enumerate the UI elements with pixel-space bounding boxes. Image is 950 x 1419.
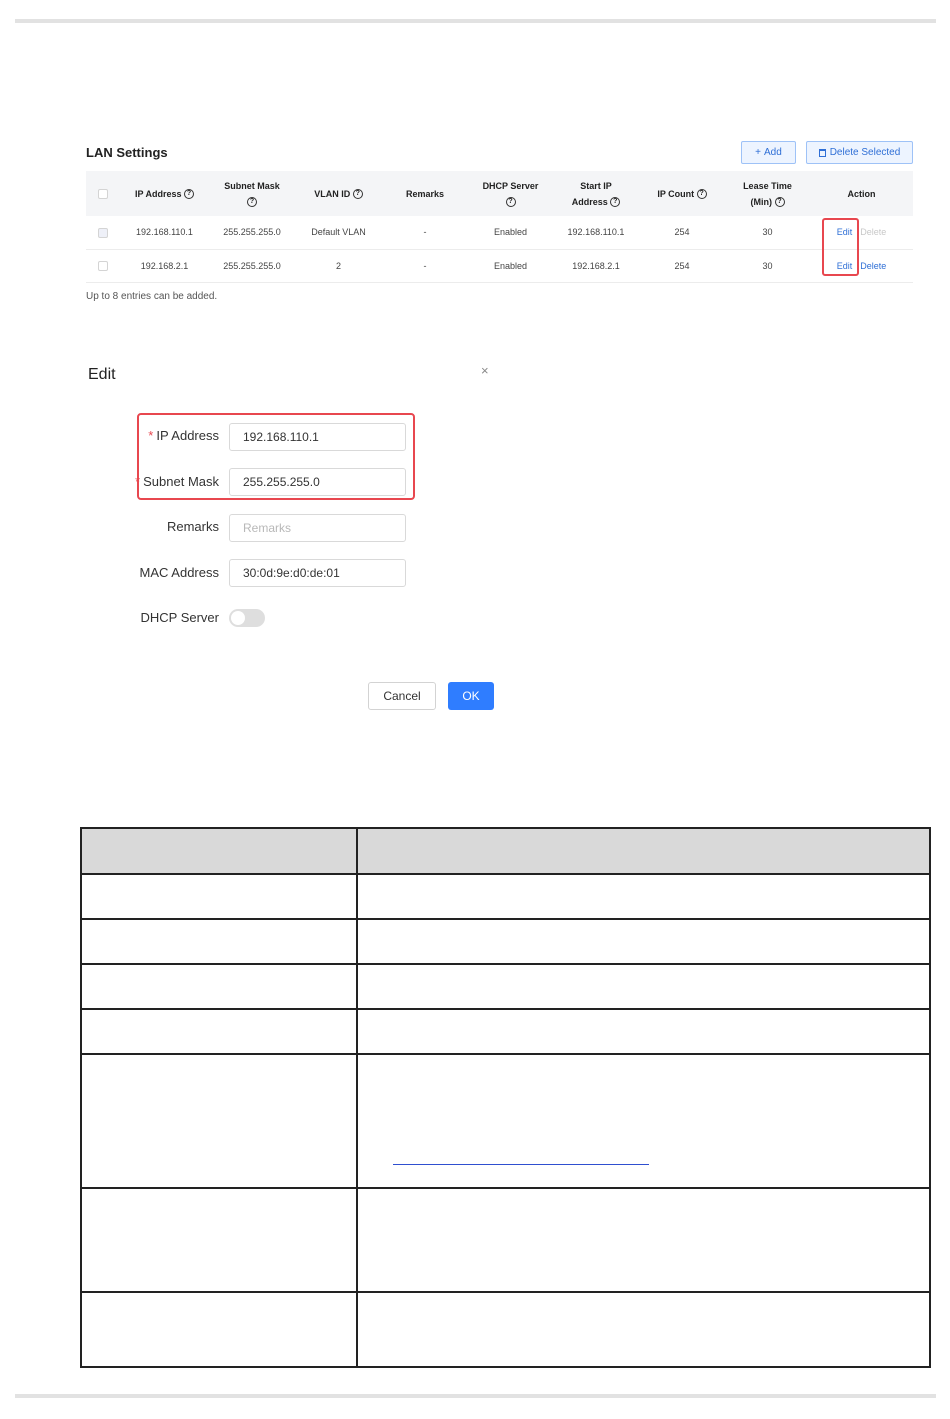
col-ip-count: IP Count ? xyxy=(639,171,725,216)
mac-address-label: MAC Address xyxy=(139,565,219,580)
dialog-title: Edit xyxy=(88,366,116,383)
col-start-ip: Start IP Address ? xyxy=(553,171,639,216)
cell-start-ip: 192.168.2.1 xyxy=(553,249,639,283)
cell-vlan: 2 xyxy=(295,249,382,283)
top-rule xyxy=(15,19,936,23)
row-checkbox[interactable] xyxy=(98,260,108,271)
cell-ip: 192.168.110.1 xyxy=(120,216,209,250)
help-icon[interactable]: ? xyxy=(610,197,621,208)
help-icon[interactable]: ? xyxy=(505,197,516,208)
delete-selected-label: Delete Selected xyxy=(829,147,901,158)
cell-mask: 255.255.255.0 xyxy=(209,249,295,283)
table-row: 192.168.2.1 255.255.255.0 2 - Enabled 19… xyxy=(86,249,913,283)
dhcp-server-label: DHCP Server xyxy=(140,610,219,625)
parameter-table-header xyxy=(79,827,931,875)
delete-selected-button[interactable]: Delete Selected xyxy=(806,141,913,164)
cell-ip-count: 254 xyxy=(639,216,725,250)
help-icon[interactable]: ? xyxy=(352,189,363,200)
table-row xyxy=(79,873,931,920)
table-row xyxy=(79,1291,931,1368)
trash-icon xyxy=(818,148,826,157)
dhcp-server-toggle[interactable] xyxy=(229,609,265,627)
bottom-rule xyxy=(15,1394,936,1398)
help-icon[interactable]: ? xyxy=(774,197,785,208)
remarks-input[interactable]: Remarks xyxy=(229,514,406,542)
table-header-row: IP Address ? Subnet Mask? VLAN ID ? Rema… xyxy=(86,171,913,216)
delete-link: Delete xyxy=(860,227,887,238)
delete-link[interactable]: Delete xyxy=(860,261,886,271)
mac-address-input[interactable]: 30:0d:9e:d0:de:01 xyxy=(229,559,406,587)
cancel-button[interactable]: Cancel xyxy=(368,682,436,710)
edit-highlight-box xyxy=(822,218,859,276)
table-row xyxy=(79,1008,931,1055)
cell-lease: 30 xyxy=(725,216,810,250)
col-ip-address: IP Address ? xyxy=(120,171,209,216)
table-row xyxy=(79,963,931,1010)
table-row xyxy=(79,1187,931,1293)
col-subnet-mask: Subnet Mask? xyxy=(209,171,295,216)
add-button-label: Add xyxy=(764,147,782,158)
col-lease-time: Lease Time (Min) ? xyxy=(725,171,810,216)
lan-table: IP Address ? Subnet Mask? VLAN ID ? Rema… xyxy=(86,171,913,283)
cell-mask: 255.255.255.0 xyxy=(209,216,295,250)
col-action: Action xyxy=(810,171,913,216)
cell-remarks: - xyxy=(382,249,468,283)
remarks-label: Remarks xyxy=(166,519,219,534)
cell-ip-count: 254 xyxy=(639,249,725,283)
hyperlink-underline[interactable] xyxy=(393,1164,649,1165)
add-button[interactable]: + Add xyxy=(741,141,796,164)
col-vlan-id: VLAN ID ? xyxy=(295,171,382,216)
row-checkbox xyxy=(98,227,108,238)
form-highlight-box xyxy=(137,413,415,500)
plus-icon: + xyxy=(755,147,762,158)
cell-ip: 192.168.2.1 xyxy=(120,249,209,283)
table-row xyxy=(79,918,931,965)
help-icon[interactable]: ? xyxy=(247,197,257,208)
col-dhcp-server: DHCP Server? xyxy=(468,171,553,216)
col-remarks: Remarks xyxy=(382,171,468,216)
help-icon[interactable]: ? xyxy=(696,189,707,200)
cell-start-ip: 192.168.110.1 xyxy=(553,216,639,250)
ok-button[interactable]: OK xyxy=(448,682,494,710)
cell-dhcp: Enabled xyxy=(468,249,553,283)
select-all-checkbox[interactable] xyxy=(98,189,108,200)
cell-vlan: Default VLAN xyxy=(295,216,382,250)
entries-note: Up to 8 entries can be added. xyxy=(86,291,218,302)
cell-dhcp: Enabled xyxy=(468,216,553,250)
cell-lease: 30 xyxy=(725,249,810,283)
lan-settings-title: LAN Settings xyxy=(86,145,168,160)
help-icon[interactable]: ? xyxy=(184,189,195,200)
cell-remarks: - xyxy=(382,216,468,250)
table-row xyxy=(79,1053,931,1189)
parameter-table xyxy=(79,827,931,1368)
close-icon[interactable]: × xyxy=(481,363,489,378)
toggle-knob xyxy=(231,611,245,625)
table-row: 192.168.110.1 255.255.255.0 Default VLAN… xyxy=(86,216,913,250)
